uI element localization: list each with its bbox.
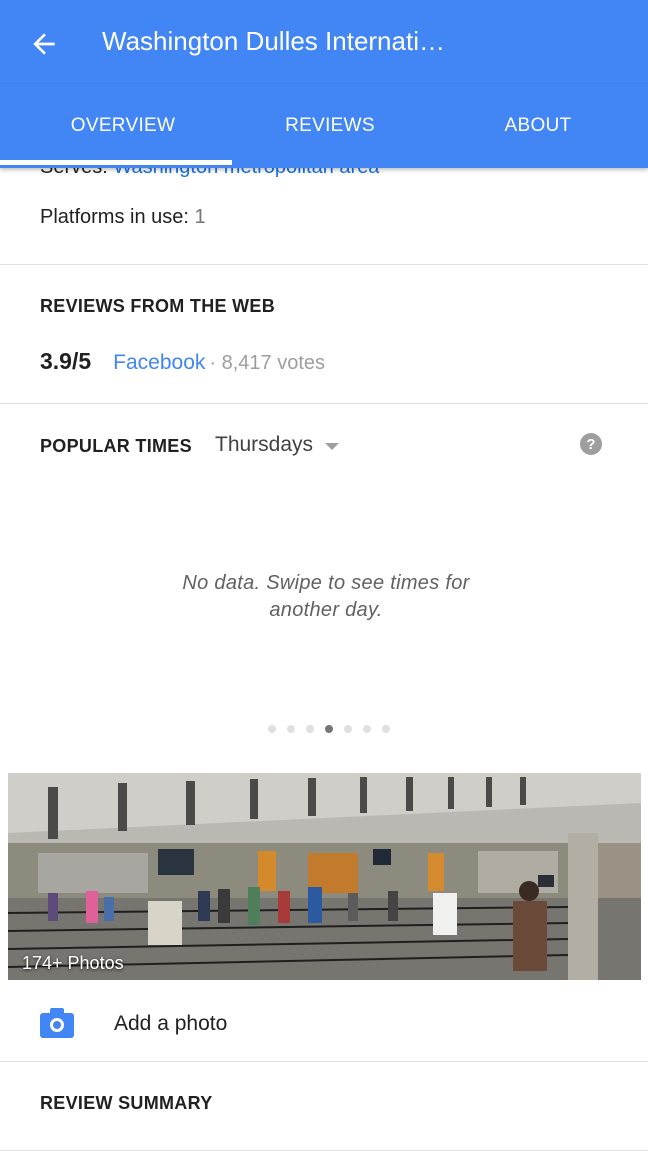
platforms-row: Platforms in use: 1: [40, 206, 206, 229]
pager-dot: [344, 725, 352, 733]
no-data-message: No data. Swipe to see times for another …: [182, 572, 470, 621]
platforms-label: Platforms in use:: [40, 206, 195, 228]
photo-count-label: 174+ Photos: [22, 953, 124, 973]
dropdown-arrow-icon: [325, 442, 340, 450]
page-title: Washington Dulles Internati…: [102, 26, 445, 56]
pager-dot-active: [325, 725, 333, 733]
day-pager-dots: [268, 725, 401, 733]
add-photo-button[interactable]: Add a photo: [0, 994, 648, 1054]
divider: [0, 1150, 648, 1151]
review-summary-heading: REVIEW SUMMARY: [40, 1093, 213, 1113]
airport-terminal-photo: [8, 773, 641, 980]
rating-votes: · 8,417 votes: [209, 352, 326, 374]
pager-dot: [306, 725, 314, 733]
arrow-back-icon: [33, 33, 55, 55]
pager-dot: [287, 725, 295, 733]
help-circle-icon[interactable]: ?: [580, 433, 602, 455]
divider: [0, 1061, 648, 1062]
divider: [0, 264, 648, 265]
platforms-value: 1: [194, 206, 206, 228]
back-button[interactable]: [22, 22, 66, 66]
tab-selected-indicator: [0, 160, 232, 165]
tab-reviews[interactable]: REVIEWS: [230, 84, 430, 168]
reviews-web-heading: REVIEWS FROM THE WEB: [40, 296, 275, 316]
day-selector[interactable]: Thursdays: [215, 433, 340, 457]
camera-icon: [40, 1008, 74, 1038]
divider: [0, 403, 648, 404]
tab-overview[interactable]: OVERVIEW: [0, 84, 246, 168]
app-bar: Washington Dulles Internati…: [0, 0, 648, 84]
rating-value: 3.9/5: [40, 348, 92, 374]
tab-about[interactable]: ABOUT: [438, 84, 638, 168]
pager-dot: [382, 725, 390, 733]
popular-times-heading: POPULAR TIMES: [40, 436, 192, 456]
add-photo-label: Add a photo: [114, 1012, 228, 1035]
rating-source-link[interactable]: Facebook: [113, 351, 205, 375]
tab-bar: OVERVIEW REVIEWS ABOUT: [0, 84, 648, 168]
web-rating-row: 3.9/5 Facebook · 8,417 votes: [40, 348, 325, 375]
pager-dot: [268, 725, 276, 733]
photo-strip[interactable]: 174+ Photos: [8, 773, 641, 980]
pager-dot: [363, 725, 371, 733]
day-selector-label: Thursdays: [215, 433, 314, 456]
